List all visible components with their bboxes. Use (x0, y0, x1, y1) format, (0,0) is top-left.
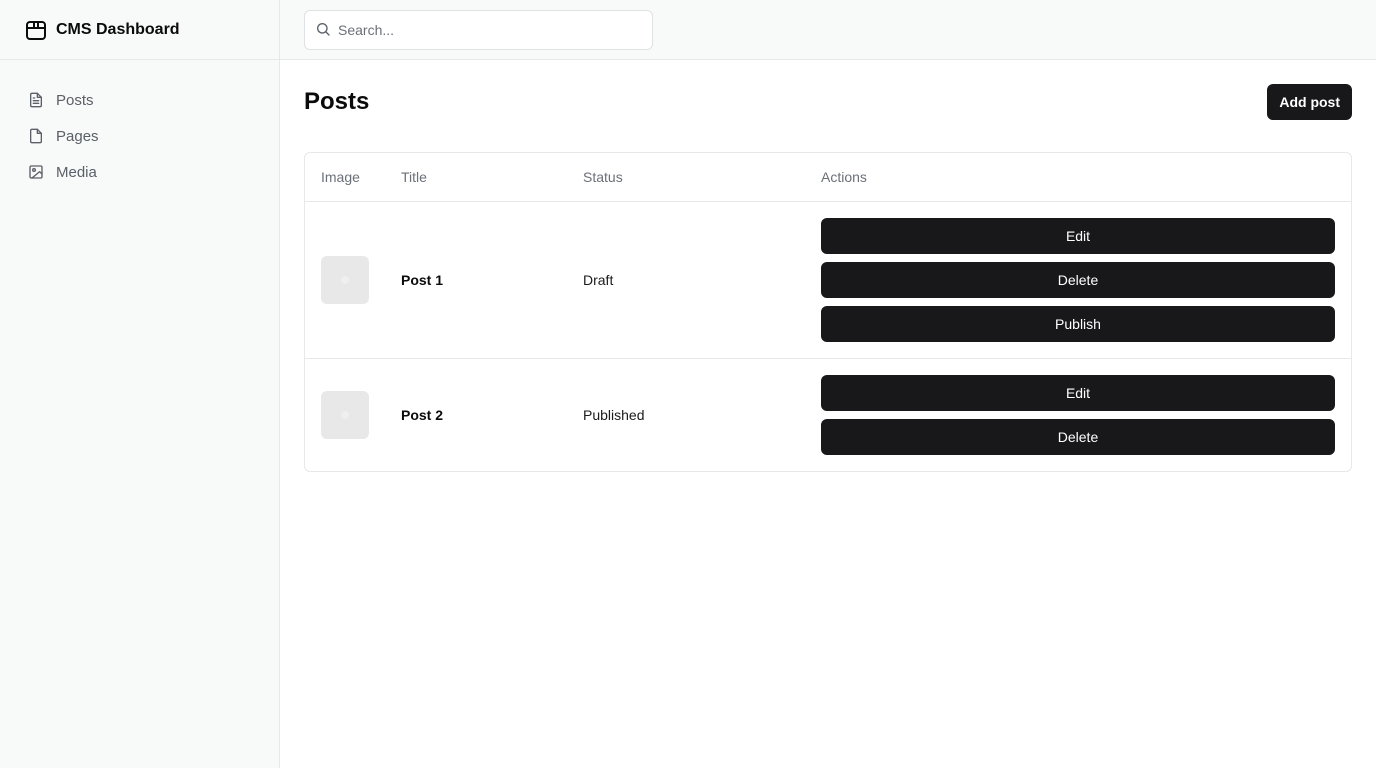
row-actions: Edit Delete Publish (821, 218, 1335, 350)
posts-table: Image Title Status Actions Post 1 Draft … (304, 152, 1352, 472)
top-bar (280, 0, 1376, 60)
edit-button[interactable]: Edit (821, 375, 1335, 411)
sidebar-item-posts[interactable]: Posts (0, 82, 279, 118)
app-title: CMS Dashboard (56, 20, 180, 38)
table-header: Image Title Status Actions (305, 153, 1351, 202)
publish-button[interactable]: Publish (821, 306, 1335, 342)
sidebar-nav: Posts Pages Media (0, 60, 279, 190)
table-row: Post 2 Published Edit Delete (305, 359, 1351, 471)
delete-button[interactable]: Delete (821, 262, 1335, 298)
edit-button[interactable]: Edit (821, 218, 1335, 254)
column-header-actions: Actions (821, 169, 867, 185)
page-title: Posts (304, 88, 370, 115)
sidebar-item-media[interactable]: Media (0, 154, 279, 190)
package-box-icon (24, 18, 48, 42)
add-post-button[interactable]: Add post (1267, 84, 1352, 120)
post-title: Post 1 (401, 272, 444, 288)
search-icon (315, 21, 331, 37)
column-header-image: Image (321, 169, 360, 185)
sidebar-item-label: Pages (56, 127, 99, 145)
sidebar-item-label: Posts (56, 91, 94, 109)
file-text-icon (28, 92, 44, 108)
image-icon (28, 164, 44, 180)
column-header-status: Status (583, 169, 623, 185)
sidebar: CMS Dashboard Posts Pages Media (0, 0, 280, 768)
image-placeholder-icon (341, 276, 349, 284)
post-status: Published (583, 407, 645, 423)
search-input[interactable] (305, 11, 652, 49)
brand: CMS Dashboard (0, 0, 279, 60)
post-status: Draft (583, 272, 614, 288)
row-actions: Edit Delete (821, 375, 1335, 463)
sidebar-item-pages[interactable]: Pages (0, 118, 279, 154)
column-header-title: Title (401, 169, 427, 185)
table-row: Post 1 Draft Edit Delete Publish (305, 202, 1351, 359)
post-title: Post 2 (401, 407, 444, 423)
file-icon (28, 128, 44, 144)
sidebar-item-label: Media (56, 163, 97, 181)
image-placeholder-icon (341, 411, 349, 419)
delete-button[interactable]: Delete (821, 419, 1335, 455)
post-thumbnail (321, 256, 369, 304)
search-box[interactable] (304, 10, 653, 50)
post-thumbnail (321, 391, 369, 439)
